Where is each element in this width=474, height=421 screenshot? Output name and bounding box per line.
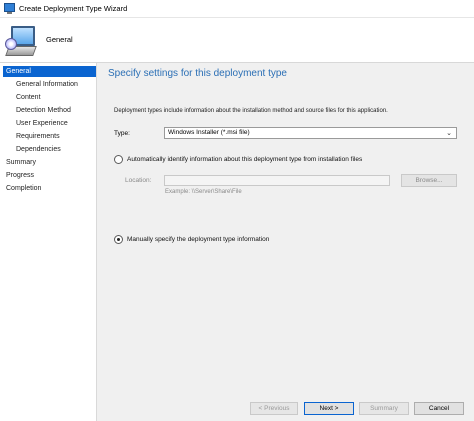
location-label: Location: <box>125 177 152 184</box>
auto-identify-label: Automatically identify information about… <box>127 156 363 163</box>
nav-item-summary[interactable]: Summary <box>0 156 95 169</box>
cancel-button[interactable]: Cancel <box>414 402 464 415</box>
manual-specify-radio[interactable] <box>114 235 123 244</box>
window-title: Create Deployment Type Wizard <box>19 4 128 13</box>
nav-item-completion[interactable]: Completion <box>0 182 95 195</box>
wizard-content: Specify settings for this deployment typ… <box>96 63 474 421</box>
summary-button[interactable]: Summary <box>359 402 409 415</box>
type-label: Type: <box>114 130 130 137</box>
location-example: Example: \\Server\Share\File <box>165 189 242 195</box>
nav-item-progress[interactable]: Progress <box>0 169 95 182</box>
manual-specify-label: Manually specify the deployment type inf… <box>127 236 270 243</box>
next-button[interactable]: Next > <box>304 402 354 415</box>
page-title: General <box>46 35 73 44</box>
type-selected-value: Windows Installer (*.msi file) <box>168 129 250 136</box>
nav-item-detection-method[interactable]: Detection Method <box>0 104 95 117</box>
computer-icon <box>4 3 15 14</box>
nav-item-content[interactable]: Content <box>0 91 95 104</box>
nav-item-user-experience[interactable]: User Experience <box>0 117 95 130</box>
nav-item-requirements[interactable]: Requirements <box>0 130 95 143</box>
wizard-header: General <box>0 18 474 63</box>
browse-button[interactable]: Browse... <box>401 174 457 187</box>
section-heading: Specify settings for this deployment typ… <box>108 68 287 79</box>
previous-button[interactable]: < Previous <box>250 402 298 415</box>
nav-item-general[interactable]: General <box>3 66 96 77</box>
auto-identify-radio[interactable] <box>114 155 123 164</box>
deployment-computer-icon <box>5 24 37 58</box>
type-dropdown[interactable]: Windows Installer (*.msi file) ⌄ <box>164 127 457 139</box>
wizard-navigation: General General Information Content Dete… <box>0 63 96 421</box>
nav-item-general-information[interactable]: General Information <box>0 78 95 91</box>
nav-item-dependencies[interactable]: Dependencies <box>0 143 95 156</box>
auto-identify-option[interactable]: Automatically identify information about… <box>114 155 362 164</box>
manual-specify-option[interactable]: Manually specify the deployment type inf… <box>114 235 269 244</box>
title-bar: Create Deployment Type Wizard <box>0 0 474 18</box>
section-description: Deployment types include information abo… <box>114 108 388 114</box>
chevron-down-icon: ⌄ <box>446 130 452 137</box>
location-input[interactable] <box>164 175 390 186</box>
